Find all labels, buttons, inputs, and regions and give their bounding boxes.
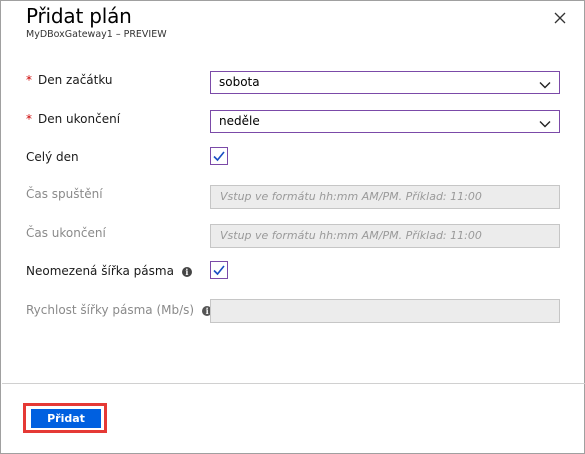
- chevron-down-icon: [539, 77, 551, 89]
- add-button[interactable]: Přidat: [31, 409, 101, 428]
- start-day-label: * Den začátku: [26, 73, 113, 87]
- add-schedule-panel: Přidat plán MyDBoxGateway1 – PREVIEW * De…: [0, 0, 585, 454]
- checkmark-icon: [213, 265, 225, 276]
- start-day-select[interactable]: sobota: [210, 71, 560, 94]
- panel-title: Přidat plán: [26, 4, 132, 28]
- unlimited-bandwidth-checkbox[interactable]: [210, 261, 228, 279]
- all-day-label: Celý den: [26, 150, 79, 164]
- end-day-label-text: Den ukončení: [38, 112, 121, 126]
- start-time-input: Vstup ve formátu hh:mm AM/PM. Příklad: 1…: [210, 185, 560, 209]
- close-icon[interactable]: [553, 10, 567, 24]
- bandwidth-rate-label: Rychlost šířky pásma (Mb/s) i: [26, 303, 213, 317]
- info-icon[interactable]: i: [181, 267, 192, 277]
- end-day-value: neděle: [219, 114, 260, 128]
- checkmark-icon: [213, 151, 225, 162]
- end-day-select[interactable]: neděle: [210, 110, 560, 133]
- unlimited-bandwidth-label-text: Neomezená šířka pásma: [26, 264, 174, 278]
- all-day-checkbox[interactable]: [210, 147, 228, 165]
- unlimited-bandwidth-label: Neomezená šířka pásma i: [26, 264, 192, 278]
- chevron-down-icon: [539, 116, 551, 128]
- end-day-label: * Den ukončení: [26, 112, 120, 126]
- required-marker: *: [26, 112, 32, 126]
- panel-subtitle: MyDBoxGateway1 – PREVIEW: [26, 29, 167, 40]
- start-day-value: sobota: [219, 75, 260, 89]
- start-time-label: Čas spuštění: [26, 187, 103, 201]
- bandwidth-rate-input: [210, 299, 560, 323]
- footer-divider: [2, 383, 585, 384]
- required-marker: *: [26, 73, 32, 87]
- end-time-input: Vstup ve formátu hh:mm AM/PM. Příklad: 1…: [210, 224, 560, 248]
- start-day-label-text: Den začátku: [38, 73, 113, 87]
- bandwidth-rate-label-text: Rychlost šířky pásma (Mb/s): [26, 303, 195, 317]
- end-time-label: Čas ukončení: [26, 226, 106, 240]
